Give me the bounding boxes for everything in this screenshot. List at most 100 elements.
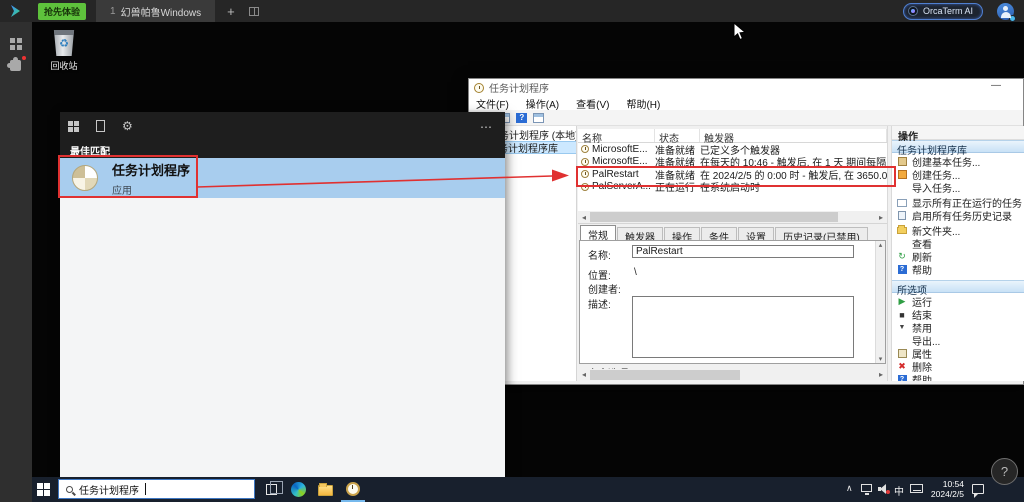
column-trigger[interactable]: 触发器 xyxy=(700,129,887,142)
help-floating-button[interactable]: ? xyxy=(991,458,1018,485)
search-result-task-scheduler[interactable]: 任务计划程序 应用 xyxy=(60,158,505,198)
delete-icon: ✖ xyxy=(892,361,912,372)
volume-muted-icon[interactable] xyxy=(878,484,890,494)
details-horizontal-scrollbar[interactable]: ◂ ▸ xyxy=(578,369,887,380)
general-tab-content: 名称: PalRestart 位置: \ 创建者: 描述: ▴ ▾ xyxy=(579,240,886,364)
menubar: 文件(F) 操作(A) 查看(V) 帮助(H) xyxy=(469,96,1023,110)
action-help-selected[interactable]: ? 帮助 xyxy=(892,373,1024,381)
orcaterm-ai-button[interactable]: OrcaTerm AI xyxy=(903,3,983,20)
search-input[interactable]: 任务计划程序 xyxy=(79,482,139,497)
mouse-cursor xyxy=(733,22,747,42)
help-icon: ? xyxy=(898,265,907,274)
plugins-icon[interactable] xyxy=(10,60,21,71)
edge-browser-icon[interactable] xyxy=(291,482,306,497)
early-access-badge: 抢先体验 xyxy=(38,3,86,20)
task-icon xyxy=(581,145,589,153)
search-panel-header: ⚙ ⋯ 最佳匹配 xyxy=(60,112,505,158)
name-label: 名称: xyxy=(588,247,611,262)
file-explorer-icon[interactable] xyxy=(318,485,333,496)
action-enable-history[interactable]: 启用所有任务历史记录 xyxy=(892,209,1024,222)
actions-pane: 操作 任务计划程序库 创建基本任务... 创建任务... 导入任务... 显示所… xyxy=(892,126,1024,381)
task-scheduler-app-icon xyxy=(72,165,98,191)
location-value: \ xyxy=(634,267,637,278)
actions-section-selected: 所选项 xyxy=(892,280,1024,293)
menu-action[interactable]: 操作(A) xyxy=(526,96,559,111)
scrollbar-thumb[interactable] xyxy=(590,212,838,222)
tab-history[interactable]: 历史记录(已禁用) xyxy=(775,227,868,240)
search-results-panel: ⚙ ⋯ 最佳匹配 任务计划程序 应用 xyxy=(60,112,505,477)
ime-indicator[interactable]: 中 xyxy=(894,483,904,498)
disable-icon: ▼ xyxy=(892,324,912,331)
split-view-icon[interactable] xyxy=(249,7,259,16)
tab-label: 幻兽帕鲁Windows xyxy=(121,4,202,19)
scroll-right-icon[interactable]: ▸ xyxy=(875,370,887,379)
orcaterm-ai-icon xyxy=(908,6,918,16)
settings-filter-icon[interactable]: ⚙ xyxy=(122,120,133,132)
action-center-icon[interactable] xyxy=(972,484,984,494)
action-help[interactable]: ? 帮助 xyxy=(892,263,1024,276)
end-icon: ■ xyxy=(892,310,912,320)
create-task-icon xyxy=(898,170,907,179)
menu-help[interactable]: 帮助(H) xyxy=(626,96,660,111)
column-name[interactable]: 名称 xyxy=(578,129,655,142)
details-tabs: 常规 触发器 操作 条件 设置 历史记录(已禁用) xyxy=(578,224,887,240)
app-logo-icon[interactable] xyxy=(8,3,24,19)
actions-title: 操作 xyxy=(892,126,1024,140)
scroll-left-icon[interactable]: ◂ xyxy=(578,370,590,379)
action-import-task[interactable]: 导入任务... xyxy=(892,181,1024,194)
tab-triggers[interactable]: 触发器 xyxy=(617,227,663,240)
task-icon xyxy=(581,183,589,191)
user-avatar[interactable] xyxy=(997,3,1014,20)
notification-dot xyxy=(22,56,26,60)
console-window-icon[interactable] xyxy=(533,113,544,123)
tab-conditions[interactable]: 条件 xyxy=(701,227,737,240)
task-scheduler-taskbar-icon[interactable] xyxy=(346,482,360,496)
documents-filter-icon[interactable] xyxy=(96,120,105,132)
apps-grid-icon[interactable] xyxy=(10,38,22,50)
run-icon: ▶ xyxy=(892,296,912,307)
apps-filter-icon[interactable] xyxy=(68,121,79,132)
new-folder-icon xyxy=(897,227,907,234)
task-icon xyxy=(581,170,589,178)
recycle-bin-label: 回收站 xyxy=(38,59,90,72)
scrollbar-thumb[interactable] xyxy=(590,370,740,380)
windows-taskbar: 任务计划程序 ∧ 中 10:54 2024/2/5 xyxy=(0,477,1024,502)
recycle-bin[interactable]: 回收站 xyxy=(38,30,90,72)
author-label: 创建者: xyxy=(588,281,621,296)
task-view-icon[interactable] xyxy=(266,484,277,495)
minimize-button[interactable]: — xyxy=(985,80,1007,91)
taskbar-search-box[interactable]: 任务计划程序 xyxy=(58,479,255,499)
network-display-icon[interactable] xyxy=(861,484,872,492)
hidden-icons-chevron-icon[interactable]: ∧ xyxy=(846,483,853,494)
more-options-icon[interactable]: ⋯ xyxy=(480,120,493,134)
details-vertical-scrollbar[interactable]: ▴ ▾ xyxy=(875,241,885,363)
mute-badge xyxy=(886,490,890,494)
tab-general[interactable]: 常规 xyxy=(580,225,616,240)
search-icon xyxy=(66,486,73,493)
tab-settings[interactable]: 设置 xyxy=(738,227,774,240)
menu-view[interactable]: 查看(V) xyxy=(576,96,609,111)
list-horizontal-scrollbar[interactable]: ◂ ▸ xyxy=(578,211,887,223)
start-button[interactable] xyxy=(37,483,50,496)
scroll-down-icon[interactable]: ▾ xyxy=(876,355,885,363)
tab-actions[interactable]: 操作 xyxy=(664,227,700,240)
task-name-field[interactable]: PalRestart xyxy=(632,245,854,258)
scroll-left-icon[interactable]: ◂ xyxy=(578,213,590,222)
task-list: 名称 状态 触发器 MicrosoftE... 准备就绪 已定义多个触发器 Mi… xyxy=(578,129,887,223)
task-row[interactable]: PalServerA... 正在运行 在系统启动时 xyxy=(578,181,887,194)
basic-task-icon xyxy=(898,157,907,166)
scroll-up-icon[interactable]: ▴ xyxy=(876,241,885,249)
window-titlebar[interactable]: 任务计划程序 — xyxy=(469,79,1023,96)
help-icon[interactable]: ? xyxy=(516,113,527,123)
column-status[interactable]: 状态 xyxy=(655,129,700,142)
scroll-right-icon[interactable]: ▸ xyxy=(875,213,887,222)
browser-topbar: 抢先体验 1 幻兽帕鲁Windows + OrcaTerm AI xyxy=(0,0,1024,22)
window-title: 任务计划程序 xyxy=(489,80,549,95)
session-tab[interactable]: 1 幻兽帕鲁Windows xyxy=(96,0,215,22)
search-panel-body xyxy=(60,198,505,477)
description-field[interactable] xyxy=(632,296,854,358)
actions-section-library: 任务计划程序库 xyxy=(892,140,1024,153)
new-tab-button[interactable]: + xyxy=(227,4,235,19)
menu-file[interactable]: 文件(F) xyxy=(476,96,509,111)
taskbar-clock[interactable]: 10:54 2024/2/5 xyxy=(920,479,964,499)
